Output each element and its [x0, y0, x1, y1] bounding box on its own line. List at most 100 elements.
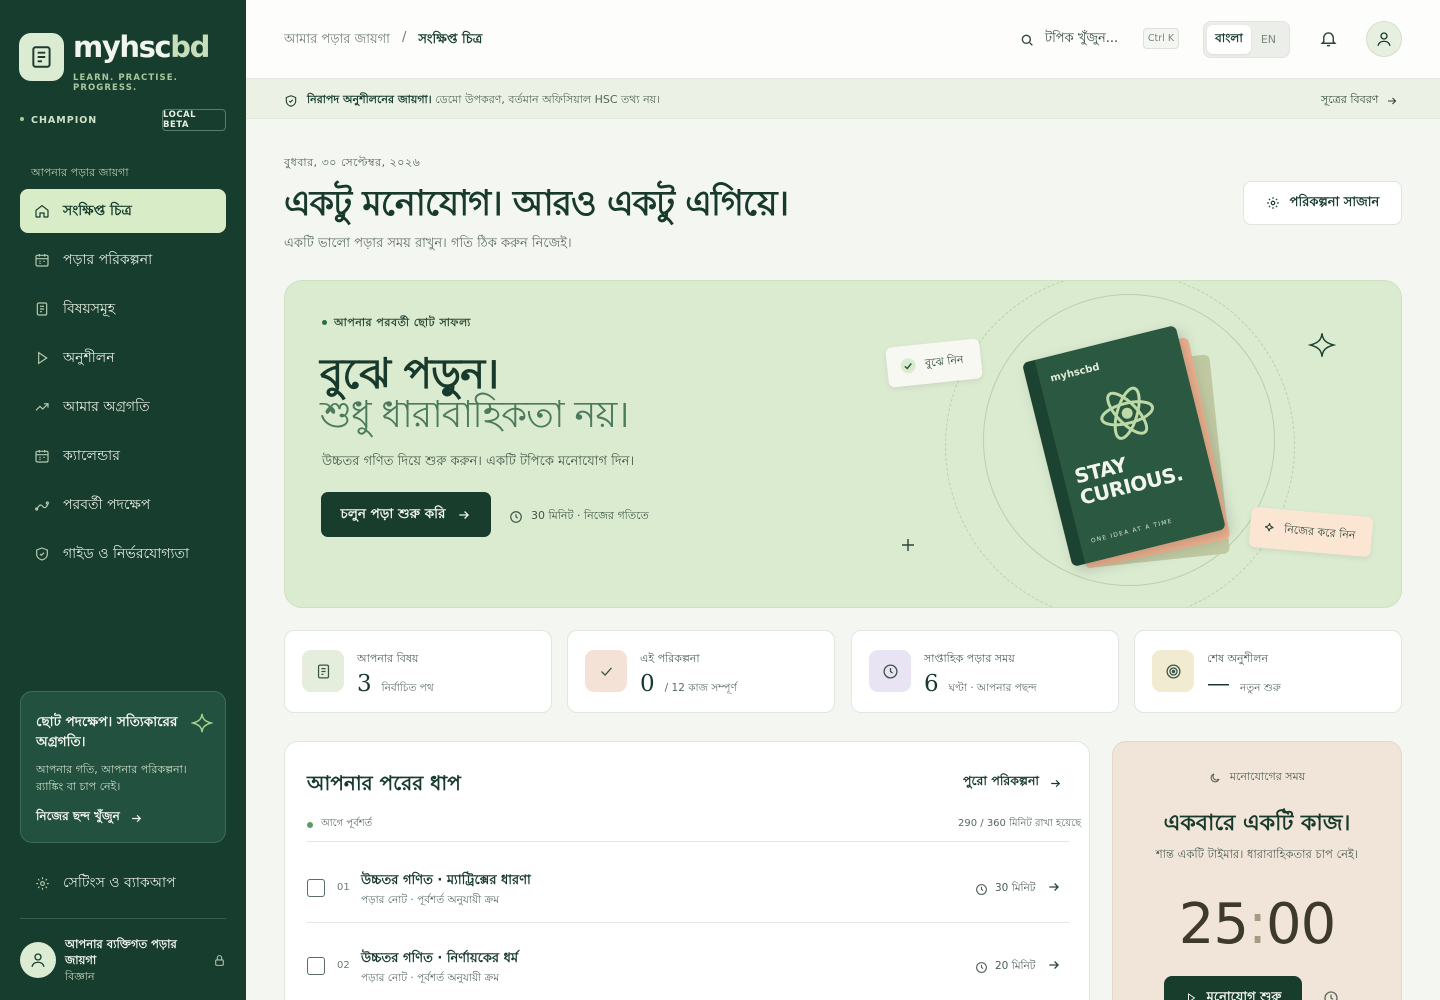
user-avatar[interactable]: [1366, 21, 1402, 57]
stat-value: 6: [924, 671, 939, 697]
hero-duration-text: 30 মিনিট · নিজের গতিতে: [531, 509, 649, 522]
atom-icon: [1088, 374, 1166, 452]
list-item[interactable]: 01 উচ্চতর গণিত · ম্যাট্রিক্সের ধারণা পড়…: [307, 854, 1069, 914]
minutes-progress: 290 / 360 মিনিট রাখা হয়েছে: [958, 818, 1082, 829]
promo-title: ছোট পদক্ষেপ। সত্যিকারের অগ্রগতি।: [36, 714, 178, 750]
stat-card-weekly-time[interactable]: সাপ্তাহিক পড়ার সময় 6 ঘণ্টা · আপনার পছন্…: [851, 630, 1119, 713]
task-duration-text: 30 মিনিট: [995, 882, 1036, 894]
stat-card-subjects[interactable]: আপনার বিষয় 3 নির্বাচিত পথ: [284, 630, 552, 713]
sidebar-item-label: পড়ার পরিকল্পনা: [63, 252, 153, 268]
sidebar-item-guide[interactable]: গাইড ও নির্ভরযোগ্যতা: [20, 532, 226, 576]
sidebar-item-overview[interactable]: সংক্ষিপ্ত চিত্র: [20, 189, 226, 233]
arrow-right-icon: [457, 508, 471, 522]
divider: [307, 841, 1069, 842]
stat-note: নির্বাচিত পথ: [381, 682, 434, 694]
task-title: উচ্চতর গণিত · নির্ণায়কের ধর্ম: [361, 951, 519, 966]
language-switch: বাংলা EN: [1203, 21, 1290, 58]
breadcrumb-root[interactable]: আমার পড়ার জায়গা: [284, 30, 390, 51]
task-duration: 30 মিনিট: [975, 881, 1036, 898]
lock-icon: [213, 954, 226, 967]
shortcut-hint: Ctrl K: [1143, 28, 1179, 49]
sidebar-item-label: আমার অগ্রগতি: [63, 399, 150, 415]
prerequisite-label: আগে পূর্বশর্ত: [307, 816, 372, 833]
book-brand: myhscbd: [1049, 361, 1101, 385]
clock-icon: [869, 650, 911, 692]
sidebar: myhscbd LEARN. PRACTISE. PROGRESS. CHAMP…: [0, 0, 246, 1000]
focus-eyebrow: মনোযোগের সময়: [1113, 768, 1401, 787]
current-date: বুধবার, ৩০ সেপ্টেম্বর, ২০২৬: [284, 156, 421, 169]
plus-icon: [902, 539, 914, 551]
promo-link[interactable]: নিজের ছন্দ খুঁজুন: [36, 808, 210, 828]
lang-option-english[interactable]: EN: [1251, 33, 1286, 46]
focus-eyebrow-label: মনোযোগের সময়: [1229, 770, 1306, 783]
sidebar-item-label: বিষয়সমূহ: [63, 301, 116, 317]
sidebar-item-study-plan[interactable]: পড়ার পরিকল্পনা: [20, 238, 226, 282]
arrow-right-icon[interactable]: [1047, 880, 1061, 894]
own-it-chip-label: নিজের করে নিন: [1283, 522, 1356, 542]
promo-text: আপনার গতি, আপনার পরিকল্পনা। র‍্যাঙ্কিং ব…: [36, 763, 187, 793]
notice-text: নিরাপদ অনুশীলনের জায়গা। ডেমো উপকরণ, বর্…: [307, 93, 661, 106]
lang-option-bangla[interactable]: বাংলা: [1207, 25, 1251, 54]
shield-check-icon: [284, 94, 298, 108]
stat-label: শেষ অনুশীলন: [1207, 652, 1269, 665]
task-number: 01: [337, 882, 350, 893]
brand-tagline: LEARN. PRACTISE. PROGRESS.: [73, 73, 178, 93]
start-focus-label: মনোযোগ শুরু: [1206, 989, 1282, 1000]
play-icon: [34, 350, 50, 366]
stat-note: ঘণ্টা · আপনার পছন্দ: [948, 682, 1037, 694]
source-details-link[interactable]: সূত্রের বিবরণ: [1321, 91, 1398, 110]
arrow-right-icon[interactable]: [1047, 958, 1061, 972]
task-title: উচ্চতর গণিত · ম্যাট্রিক্সের ধারণা: [361, 873, 531, 888]
promo-link-label: নিজের ছন্দ খুঁজুন: [36, 809, 120, 823]
focus-title: একবারে একটি কাজ।: [1163, 810, 1351, 836]
stat-value-row: 0 / 12 কাজ সম্পূর্ণ: [640, 671, 737, 698]
stat-label: সাপ্তাহিক পড়ার সময়: [924, 652, 1015, 665]
list-item[interactable]: 02 উচ্চতর গণিত · নির্ণায়কের ধর্ম পড়ার …: [307, 932, 1069, 992]
stat-value-row: — নতুন শুরু: [1207, 671, 1281, 698]
gear-icon: [35, 876, 50, 891]
stat-label: এই পরিকল্পনা: [640, 652, 700, 665]
sidebar-item-progress[interactable]: আমার অগ্রগতি: [20, 385, 226, 429]
focus-subtitle: শান্ত একটি টাইমার। ধারাবাহিকতার চাপ নেই।: [1155, 847, 1359, 861]
sidebar-item-subjects[interactable]: বিষয়সমূহ: [20, 287, 226, 331]
arrange-plan-button[interactable]: পরিকল্পনা সাজান: [1243, 181, 1402, 225]
sidebar-divider: [20, 918, 226, 919]
sidebar-item-practice[interactable]: অনুশীলন: [20, 336, 226, 380]
sidebar-item-next-steps[interactable]: পরবর্তী পদক্ষেপ: [20, 483, 226, 527]
sparkle-icon: [1262, 521, 1277, 536]
trend-icon: [34, 399, 50, 415]
history-icon[interactable]: [1323, 990, 1339, 1000]
task-duration-text: 20 মিনিট: [995, 960, 1036, 972]
stat-value-row: 6 ঘণ্টা · আপনার পছন্দ: [924, 671, 1037, 698]
user-group: বিজ্ঞান: [65, 970, 95, 983]
task-subtitle: পড়ার নোট · পূর্বশর্ত অনুযায়ী ক্রম: [361, 894, 500, 906]
safety-notice: নিরাপদ অনুশীলনের জায়গা। ডেমো উপকরণ, বর্…: [246, 79, 1440, 119]
search-input[interactable]: টপিক খুঁজুন...: [1019, 29, 1118, 50]
focus-timer-card: মনোযোগের সময় একবারে একটি কাজ। শান্ত একট…: [1112, 741, 1402, 1000]
stat-card-last-practice[interactable]: শেষ অনুশীলন — নতুন শুরু: [1134, 630, 1402, 713]
stat-value: 3: [357, 671, 372, 697]
stat-value: 0: [640, 671, 655, 697]
moon-icon: [1209, 772, 1221, 784]
page-subtitle: একটি ভালো পড়ার সময় রাখুন। গতি ঠিক করুন…: [284, 236, 572, 251]
arrow-right-icon: [130, 812, 143, 825]
calendar-icon: [34, 252, 50, 268]
settings-label: সেটিংস ও ব্যাকআপ: [63, 875, 176, 891]
logo-icon: [19, 33, 64, 81]
sidebar-item-calendar[interactable]: ক্যালেন্ডার: [20, 434, 226, 478]
settings-link[interactable]: সেটিংস ও ব্যাকআপ: [35, 871, 176, 895]
full-plan-link[interactable]: পুরো পরিকল্পনা: [963, 773, 1062, 793]
play-icon: [1185, 992, 1197, 1000]
next-steps-title: আপনার পরের ধাপ: [307, 771, 461, 795]
start-study-button[interactable]: চলুন পড়া শুরু করি: [321, 492, 491, 537]
stat-card-plan[interactable]: এই পরিকল্পনা 0 / 12 কাজ সম্পূর্ণ: [567, 630, 835, 713]
task-number: 02: [337, 960, 350, 971]
task-checkbox[interactable]: [307, 879, 325, 897]
check-circle-icon: [898, 356, 918, 376]
bell-icon[interactable]: [1319, 29, 1338, 48]
book-footer: ONE IDEA AT A TIME: [1090, 517, 1174, 545]
hero-duration: 30 মিনিট · নিজের গতিতে: [509, 507, 649, 526]
task-checkbox[interactable]: [307, 957, 325, 975]
avatar[interactable]: [20, 942, 56, 978]
start-focus-button[interactable]: মনোযোগ শুরু: [1164, 976, 1302, 1000]
